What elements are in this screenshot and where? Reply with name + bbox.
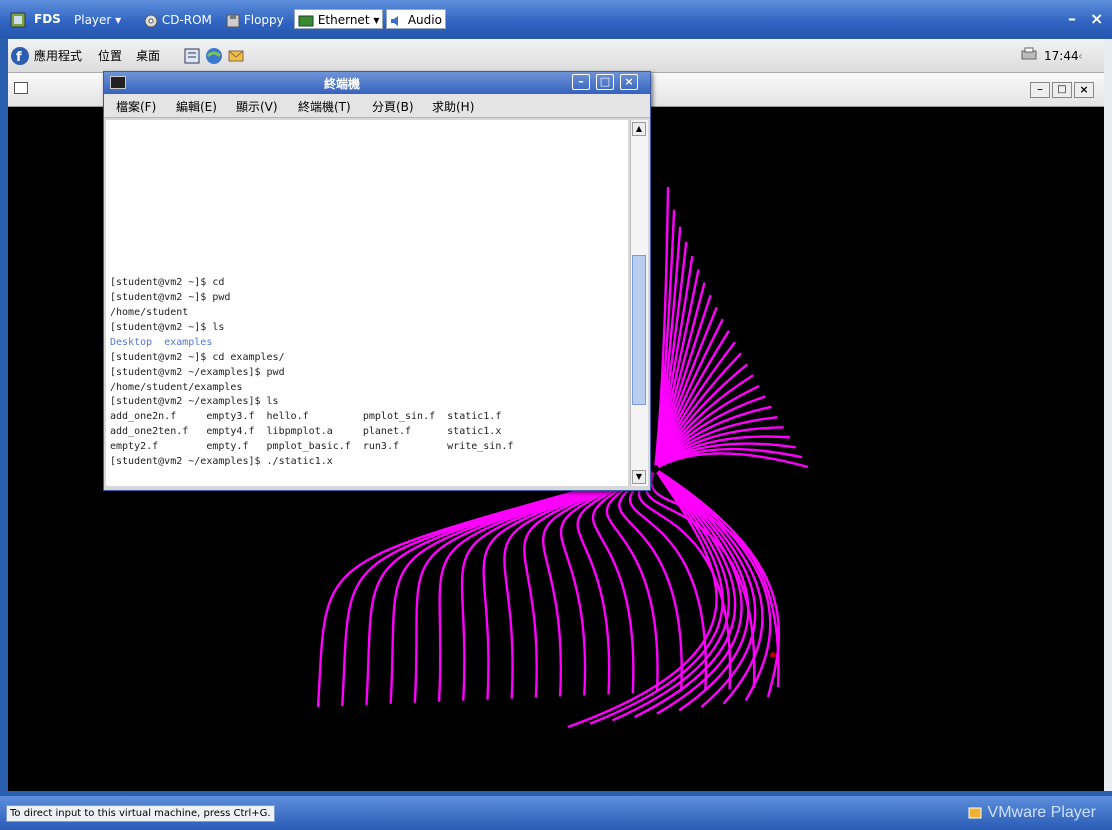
- dipole-center-marker: [651, 465, 659, 473]
- cdrom-icon: [144, 14, 158, 27]
- terminal-window[interactable]: 終端機 – □ × 檔案(F) 編輯(E) 顯示(V) 終端機(T) 分頁(B)…: [103, 71, 651, 491]
- minimize-button[interactable]: –: [1068, 9, 1076, 29]
- terminal-lines: [student@vm2 ~]$ cd [student@vm2 ~]$ pwd /…: [110, 276, 513, 470]
- plot-minimize-button[interactable]: –: [1030, 82, 1050, 98]
- terminal-line: [student@vm2 ~/examples]$ pwd: [110, 366, 285, 378]
- terminal-line: Desktop examples: [110, 336, 213, 348]
- floppy-label: Floppy: [243, 13, 284, 27]
- guest-screen[interactable]: f 應用程式 位置 桌面 17:44 ‹ – □ × 終端機 – □ × 檔案(…: [8, 39, 1104, 791]
- plot-close-button[interactable]: ×: [1074, 82, 1094, 98]
- gnome-top-panel: f 應用程式 位置 桌面 17:44 ‹: [8, 39, 1104, 73]
- mail-launcher-icon[interactable]: [227, 47, 245, 65]
- close-button[interactable]: ×: [1090, 9, 1103, 29]
- terminal-line: add_one2n.f empty3.f hello.f pmplot_sin.…: [110, 411, 502, 423]
- terminal-titlebar[interactable]: 終端機 – □ ×: [104, 72, 650, 94]
- player-menu-button[interactable]: Player ▾: [70, 9, 125, 29]
- clock[interactable]: 17:44: [1044, 47, 1079, 65]
- menu-terminal[interactable]: 終端機(T): [298, 98, 351, 115]
- terminal-line: [student@vm2 ~]$ cd: [110, 277, 225, 289]
- terminal-line: [student@vm2 ~]$ pwd: [110, 292, 231, 304]
- status-hint: To direct input to this virtual machine,…: [6, 805, 275, 822]
- terminal-line: [student@vm2 ~/examples]$ ./static1.x: [110, 456, 333, 468]
- menu-view[interactable]: 顯示(V): [236, 98, 278, 115]
- web-browser-launcher-icon[interactable]: [205, 47, 223, 65]
- terminal-app-icon: [110, 76, 126, 89]
- ethernet-button[interactable]: Ethernet ▾: [294, 9, 384, 29]
- vmware-app-icon: [10, 9, 26, 29]
- floppy-icon: [226, 14, 240, 27]
- scroll-up-arrow-icon[interactable]: ▲: [632, 122, 646, 136]
- vmware-toolbar: FDS Player ▾ CD-ROM Floppy Ethernet ▾ Au…: [0, 0, 1112, 38]
- terminal-menubar: 檔案(F) 編輯(E) 顯示(V) 終端機(T) 分頁(B) 求助(H): [104, 94, 650, 118]
- terminal-line: [student@vm2 ~]$ cd examples/: [110, 351, 285, 363]
- desktop-menu[interactable]: 桌面: [136, 47, 160, 65]
- terminal-line: /home/student/examples: [110, 381, 243, 393]
- terminal-line: [student@vm2 ~/examples]$ ls: [110, 396, 279, 408]
- chevron-down-icon: ▾: [115, 13, 122, 27]
- vm-name: FDS: [34, 12, 61, 26]
- audio-button[interactable]: Audio: [386, 9, 446, 29]
- ethernet-icon: [298, 15, 314, 26]
- text-editor-launcher-icon[interactable]: [183, 47, 201, 65]
- vmware-player-logo: VMware Player: [967, 804, 1096, 822]
- scroll-down-arrow-icon[interactable]: ▼: [632, 470, 646, 484]
- ethernet-label: Ethernet: [317, 13, 370, 27]
- scrollbar-thumb[interactable]: [632, 255, 646, 405]
- player-menu-label: Player: [74, 13, 112, 27]
- cdrom-button[interactable]: CD-ROM: [140, 9, 216, 29]
- terminal-minimize-button[interactable]: –: [572, 74, 590, 90]
- floppy-button[interactable]: Floppy: [222, 9, 288, 29]
- field-line: [389, 467, 656, 704]
- plot-maximize-button[interactable]: □: [1052, 82, 1072, 98]
- window-menu-icon[interactable]: [14, 82, 28, 94]
- vmware-logo-text: VMware Player: [987, 804, 1096, 821]
- speaker-icon: [391, 15, 398, 26]
- printer-icon[interactable]: [1020, 47, 1038, 65]
- applications-menu[interactable]: 應用程式: [34, 47, 82, 65]
- menu-tabs[interactable]: 分頁(B): [372, 98, 414, 115]
- terminal-scrollbar[interactable]: ▲ ▼: [630, 120, 648, 486]
- terminal-line: [student@vm2 ~]$ ls: [110, 321, 225, 333]
- terminal-line: empty2.f empty.f pmplot_basic.f run3.f w…: [110, 441, 514, 453]
- vmware-logo-icon: [968, 807, 982, 819]
- field-endpoint-marker: [770, 652, 776, 658]
- menu-edit[interactable]: 編輯(E): [176, 98, 217, 115]
- terminal-line: add_one2ten.f empty4.f libpmplot.a plane…: [110, 426, 502, 438]
- audio-label: Audio: [407, 13, 442, 27]
- field-line: [654, 468, 772, 701]
- terminal-output[interactable]: [student@vm2 ~]$ cd [student@vm2 ~]$ pwd /…: [106, 120, 628, 486]
- menu-file[interactable]: 檔案(F): [116, 98, 156, 115]
- svg-text:f: f: [16, 50, 22, 65]
- vmware-status-bar: To direct input to this virtual machine,…: [0, 796, 1112, 830]
- terminal-maximize-button[interactable]: □: [596, 74, 614, 90]
- chevron-down-icon: ▾: [373, 13, 380, 27]
- vm-scrollbar[interactable]: [1104, 39, 1112, 791]
- places-menu[interactable]: 位置: [98, 47, 122, 65]
- terminal-line: /home/student: [110, 307, 189, 319]
- terminal-title: 終端機: [324, 77, 361, 91]
- fedora-logo-icon[interactable]: f: [10, 46, 30, 65]
- menu-help[interactable]: 求助(H): [432, 98, 474, 115]
- panel-overflow-icon[interactable]: ‹: [1078, 47, 1083, 65]
- field-line: [365, 467, 656, 705]
- terminal-close-button[interactable]: ×: [620, 74, 638, 90]
- cdrom-label: CD-ROM: [161, 13, 212, 27]
